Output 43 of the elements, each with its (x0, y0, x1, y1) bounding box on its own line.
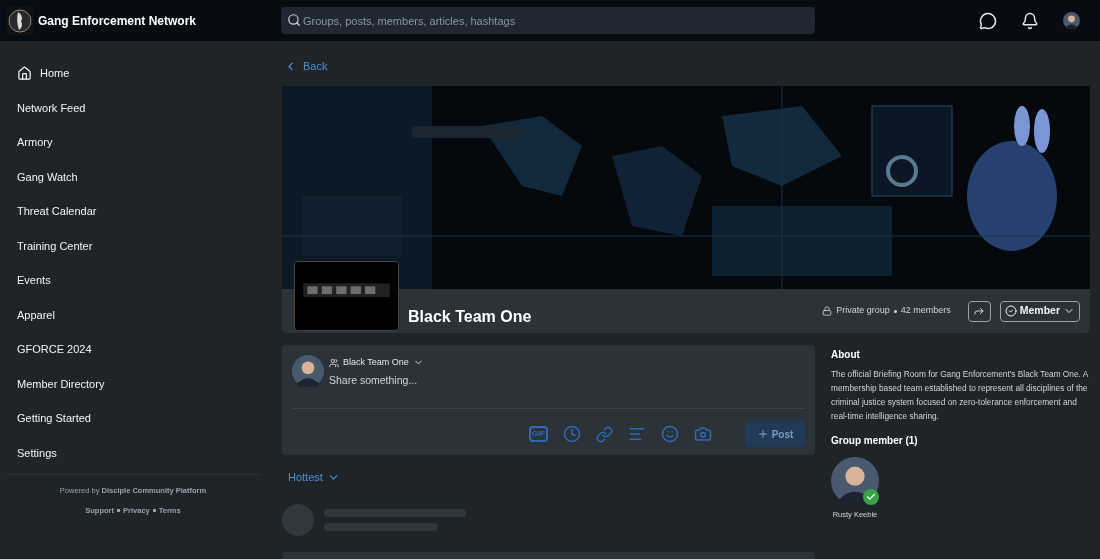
emoji-icon[interactable] (661, 425, 679, 444)
sidebar-item[interactable]: Threat Calendar (17, 194, 249, 229)
sidebar-item[interactable]: Home (17, 56, 249, 91)
member-count: 42 members (900, 304, 951, 318)
about-title: About (831, 348, 861, 362)
sidebar-item[interactable]: Armory (17, 125, 249, 160)
sidebar-item[interactable]: Apparel (17, 297, 249, 332)
sidebar-item[interactable]: Getting Started (17, 401, 249, 436)
sidebar-item[interactable]: Training Center (17, 228, 249, 263)
back-link[interactable]: Back (284, 58, 1090, 74)
sidebar-item[interactable]: Network Feed (17, 90, 249, 125)
avatar (1063, 12, 1080, 29)
member-button[interactable]: Member (999, 300, 1080, 322)
logo-icon[interactable] (6, 6, 34, 35)
notification-icon[interactable] (1021, 11, 1039, 30)
sidebar-item[interactable]: Member Directory (17, 366, 249, 401)
share-icon (973, 305, 986, 317)
group-name: Black Team One (408, 307, 532, 327)
sidebar-item[interactable]: GFORCE 2024 (17, 332, 249, 367)
chat-icon[interactable] (979, 11, 997, 30)
plus-icon (756, 428, 769, 441)
sidebar-item[interactable]: Settings (17, 435, 249, 470)
home-icon (17, 65, 32, 81)
share-button[interactable] (967, 300, 991, 322)
sidebar-item[interactable]: Events (17, 263, 249, 298)
group-icon (329, 357, 339, 368)
link-icon[interactable] (596, 425, 613, 443)
check-icon (1004, 305, 1017, 317)
sidebar-item[interactable]: Gang Watch (17, 159, 249, 194)
clock-icon[interactable] (563, 425, 581, 444)
lock-icon (822, 306, 833, 316)
avatar (831, 457, 879, 505)
search-field[interactable]: Groups, posts, members, articles, hashtags (281, 7, 815, 34)
audience-selector[interactable]: Black Team One (329, 356, 729, 370)
sort-dropdown[interactable]: Hottest (288, 469, 340, 486)
post-input[interactable]: Share something... (329, 372, 729, 389)
about-text: The official Briefing Room for Gang Enforcement's Black Team One. A membership based team established to represent all disciplines of the criminal justice system focused on zero-tolerance enforcement and real-time intelligence sharing. (831, 368, 1089, 423)
avatar (292, 355, 324, 387)
search-icon (287, 13, 301, 27)
members-title: Group member (1) (831, 434, 919, 448)
site-name[interactable]: Gang Enforcement Network (38, 11, 278, 30)
group-privacy: Private group (836, 304, 890, 318)
camera-icon[interactable] (694, 425, 712, 444)
